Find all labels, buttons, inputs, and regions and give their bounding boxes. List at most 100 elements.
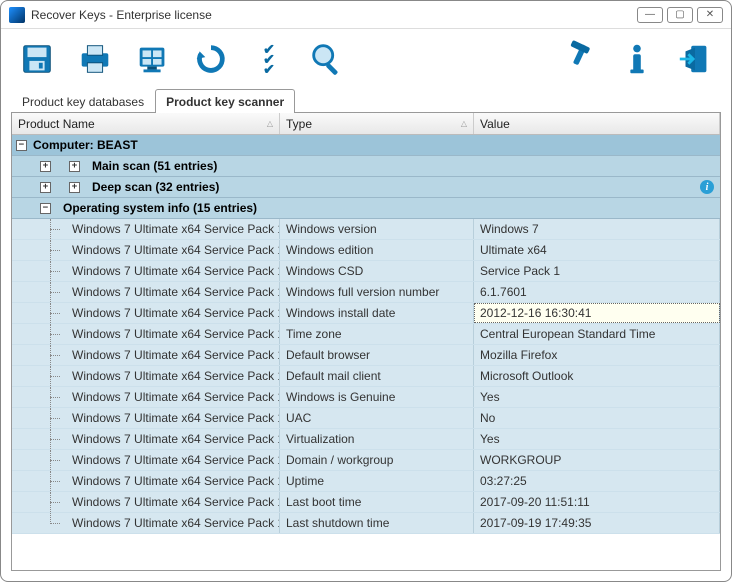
- table-row[interactable]: Windows 7 Ultimate x64 Service Pack 1Las…: [12, 492, 720, 513]
- table-row[interactable]: Windows 7 Ultimate x64 Service Pack 1Win…: [12, 219, 720, 240]
- cell-value: 2017-09-20 11:51:11: [474, 492, 720, 512]
- title-bar[interactable]: Recover Keys - Enterprise license — ▢ ✕: [1, 1, 731, 29]
- expand-toggle[interactable]: +: [40, 182, 51, 193]
- exit-icon[interactable]: [675, 39, 715, 79]
- cell-type: Windows version: [280, 219, 474, 239]
- col-header-name[interactable]: Product Name△: [12, 113, 280, 134]
- checkmarks-icon: ✔✔✔: [263, 44, 275, 74]
- table-row[interactable]: Windows 7 Ultimate x64 Service Pack 1Win…: [12, 282, 720, 303]
- expand-child[interactable]: +: [69, 161, 80, 172]
- cell-value: Central European Standard Time: [474, 324, 720, 344]
- cell-value: WORKGROUP: [474, 450, 720, 470]
- cell-value: Ultimate x64: [474, 240, 720, 260]
- group-2[interactable]: − Operating system info (15 entries): [12, 198, 720, 219]
- cell-name: Windows 7 Ultimate x64 Service Pack 1: [12, 408, 280, 428]
- programs-icon[interactable]: [133, 39, 173, 79]
- minimize-button[interactable]: —: [637, 7, 663, 23]
- save-icon[interactable]: [17, 39, 57, 79]
- cell-name: Windows 7 Ultimate x64 Service Pack 1: [12, 492, 280, 512]
- cell-type: Uptime: [280, 471, 474, 491]
- table-row[interactable]: Windows 7 Ultimate x64 Service Pack 1Tim…: [12, 324, 720, 345]
- cell-value[interactable]: 2012-12-16 16:30:41: [474, 303, 720, 323]
- cell-type: Default browser: [280, 345, 474, 365]
- cell-value: 2017-09-19 17:49:35: [474, 513, 720, 533]
- table-row[interactable]: Windows 7 Ultimate x64 Service Pack 1Upt…: [12, 471, 720, 492]
- cell-value: Mozilla Firefox: [474, 345, 720, 365]
- group-label: Operating system info (15 entries): [63, 201, 257, 215]
- cell-value: No: [474, 408, 720, 428]
- cell-type: Virtualization: [280, 429, 474, 449]
- print-icon[interactable]: [75, 39, 115, 79]
- table-row[interactable]: Windows 7 Ultimate x64 Service Pack 1Def…: [12, 366, 720, 387]
- cell-type: Windows full version number: [280, 282, 474, 302]
- cell-name: Windows 7 Ultimate x64 Service Pack 1: [12, 282, 280, 302]
- info-icon[interactable]: [617, 39, 657, 79]
- cell-type: Windows edition: [280, 240, 474, 260]
- cell-type: Windows CSD: [280, 261, 474, 281]
- table-row[interactable]: Windows 7 Ultimate x64 Service Pack 1Win…: [12, 261, 720, 282]
- cell-name: Windows 7 Ultimate x64 Service Pack 1: [12, 513, 280, 533]
- table-row[interactable]: Windows 7 Ultimate x64 Service Pack 1Win…: [12, 240, 720, 261]
- cell-value: Yes: [474, 387, 720, 407]
- cell-value: Windows 7: [474, 219, 720, 239]
- table-row[interactable]: Windows 7 Ultimate x64 Service Pack 1Win…: [12, 303, 720, 324]
- checkall-icon[interactable]: ✔✔✔: [249, 39, 289, 79]
- app-window: Recover Keys - Enterprise license — ▢ ✕ …: [0, 0, 732, 582]
- column-headers: Product Name△ Type△ Value: [12, 113, 720, 135]
- maximize-button[interactable]: ▢: [667, 7, 693, 23]
- cell-type: Default mail client: [280, 366, 474, 386]
- tools-icon[interactable]: [559, 39, 599, 79]
- app-icon: [9, 7, 25, 23]
- cell-name: Windows 7 Ultimate x64 Service Pack 1: [12, 387, 280, 407]
- col-header-value[interactable]: Value: [474, 113, 720, 134]
- cell-name: Windows 7 Ultimate x64 Service Pack 1: [12, 303, 280, 323]
- table-row[interactable]: Windows 7 Ultimate x64 Service Pack 1Vir…: [12, 429, 720, 450]
- group-computer[interactable]: −Computer: BEAST: [12, 135, 720, 156]
- group-0[interactable]: + + Main scan (51 entries): [12, 156, 720, 177]
- cell-type: Windows is Genuine: [280, 387, 474, 407]
- expand-child[interactable]: +: [69, 182, 80, 193]
- info-badge-icon[interactable]: i: [700, 180, 714, 194]
- tab-databases[interactable]: Product key databases: [11, 89, 155, 113]
- cell-name: Windows 7 Ultimate x64 Service Pack 1: [12, 450, 280, 470]
- table-row[interactable]: Windows 7 Ultimate x64 Service Pack 1Las…: [12, 513, 720, 534]
- cell-type: Last shutdown time: [280, 513, 474, 533]
- group-label: Main scan (51 entries): [92, 159, 217, 173]
- group-label: Computer: BEAST: [33, 138, 138, 152]
- cell-name: Windows 7 Ultimate x64 Service Pack 1: [12, 429, 280, 449]
- cell-value: 6.1.7601: [474, 282, 720, 302]
- table-row[interactable]: Windows 7 Ultimate x64 Service Pack 1Def…: [12, 345, 720, 366]
- expand-toggle[interactable]: −: [40, 203, 51, 214]
- table-row[interactable]: Windows 7 Ultimate x64 Service Pack 1Dom…: [12, 450, 720, 471]
- window-controls: — ▢ ✕: [637, 7, 723, 23]
- tab-scanner[interactable]: Product key scanner: [155, 89, 295, 113]
- window-title: Recover Keys - Enterprise license: [31, 8, 637, 22]
- table-row[interactable]: Windows 7 Ultimate x64 Service Pack 1UAC…: [12, 408, 720, 429]
- group-1[interactable]: ++ Deep scan (32 entries)i: [12, 177, 720, 198]
- cell-value: Yes: [474, 429, 720, 449]
- tab-strip: Product key databases Product key scanne…: [11, 87, 721, 113]
- tree-body[interactable]: −Computer: BEAST++ Main scan (51 entries…: [12, 135, 720, 570]
- cell-name: Windows 7 Ultimate x64 Service Pack 1: [12, 471, 280, 491]
- cell-value: 03:27:25: [474, 471, 720, 491]
- cell-name: Windows 7 Ultimate x64 Service Pack 1: [12, 219, 280, 239]
- cell-value: Microsoft Outlook: [474, 366, 720, 386]
- cell-name: Windows 7 Ultimate x64 Service Pack 1: [12, 345, 280, 365]
- cell-name: Windows 7 Ultimate x64 Service Pack 1: [12, 366, 280, 386]
- cell-name: Windows 7 Ultimate x64 Service Pack 1: [12, 240, 280, 260]
- table-row[interactable]: Windows 7 Ultimate x64 Service Pack 1Win…: [12, 387, 720, 408]
- cell-name: Windows 7 Ultimate x64 Service Pack 1: [12, 261, 280, 281]
- col-header-type[interactable]: Type△: [280, 113, 474, 134]
- cell-type: Domain / workgroup: [280, 450, 474, 470]
- expand-toggle[interactable]: +: [40, 161, 51, 172]
- cell-value: Service Pack 1: [474, 261, 720, 281]
- close-button[interactable]: ✕: [697, 7, 723, 23]
- search-icon[interactable]: [307, 39, 347, 79]
- cell-type: UAC: [280, 408, 474, 428]
- cell-type: Windows install date: [280, 303, 474, 323]
- results-grid: Product Name△ Type△ Value −Computer: BEA…: [11, 113, 721, 571]
- cell-type: Last boot time: [280, 492, 474, 512]
- toolbar: ✔✔✔: [11, 37, 721, 87]
- refresh-icon[interactable]: [191, 39, 231, 79]
- content-area: ✔✔✔ Product key databases Product key sc…: [1, 29, 731, 581]
